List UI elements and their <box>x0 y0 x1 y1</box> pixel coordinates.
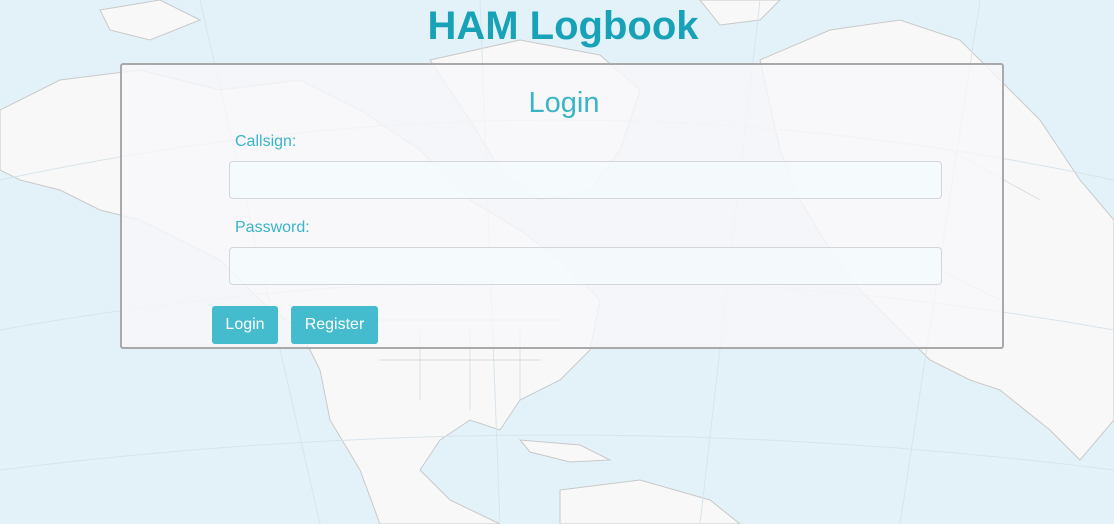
callsign-input[interactable] <box>229 161 942 199</box>
login-card: Login Callsign: Password: Login Register <box>120 63 1004 349</box>
password-label: Password: <box>235 219 310 236</box>
register-button[interactable]: Register <box>291 306 378 344</box>
page: HAM Logbook Login Callsign: Password: Lo… <box>0 0 1114 524</box>
login-button[interactable]: Login <box>212 306 278 344</box>
callsign-label: Callsign: <box>235 133 297 150</box>
password-input[interactable] <box>229 247 942 285</box>
login-form-title: Login <box>528 87 600 119</box>
app-title: HAM Logbook <box>427 4 699 48</box>
